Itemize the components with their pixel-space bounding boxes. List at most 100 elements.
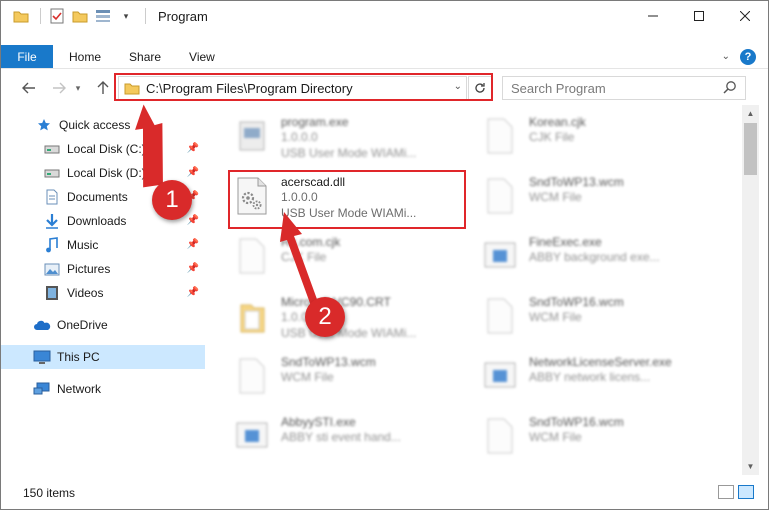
customize-dropdown-icon[interactable]: ▾	[116, 6, 136, 26]
file-item[interactable]: AbbyySTI.exe ABBY sti event hand...	[229, 411, 469, 469]
app-icon	[477, 231, 523, 281]
file-type: WCM File	[281, 370, 334, 384]
pin-icon[interactable]: 📌	[187, 239, 199, 250]
folder-icon	[11, 6, 31, 26]
sidebar-item-this-pc[interactable]: This PC	[1, 345, 205, 369]
file-item[interactable]: Microsoft.VC90.CRT 1.0.0.0 USB User Mode…	[229, 291, 469, 349]
pin-icon[interactable]: 📌	[187, 263, 199, 274]
step-1-badge: 1	[152, 180, 192, 220]
window-controls	[630, 1, 768, 31]
file-info: SndToWP16.wcm WCM File	[529, 411, 624, 469]
maximize-button[interactable]	[676, 1, 722, 31]
drive-icon	[43, 140, 61, 158]
up-button[interactable]	[91, 76, 115, 100]
ribbon-tabs: File Home Share View ⌄ ?	[1, 45, 768, 69]
file-list: program.exe 1.0.0.0 USB User Mode WIAMi.…	[215, 105, 742, 475]
new-folder-icon[interactable]	[70, 6, 90, 26]
file-item[interactable]: FineExec.exe ABBY background exe...	[477, 231, 717, 289]
app-icon	[229, 411, 275, 461]
file-type: CJK File	[281, 250, 327, 264]
file-name: SndToWP13.wcm	[529, 175, 624, 189]
close-button[interactable]	[722, 1, 768, 31]
scroll-down-icon[interactable]: ▼	[742, 458, 759, 475]
search-icon[interactable]	[723, 80, 737, 97]
scroll-up-icon[interactable]: ▲	[742, 105, 759, 122]
search-box[interactable]	[502, 76, 746, 100]
file-item[interactable]: program.exe 1.0.0.0 USB User Mode WIAMi.…	[229, 111, 469, 169]
file-info: SndToWP16.wcm WCM File	[529, 291, 624, 349]
file-info: SndToWP13.wcm WCM File	[529, 171, 624, 229]
tiles-view-button[interactable]	[738, 485, 754, 499]
view-switcher	[718, 485, 754, 499]
sidebar-item-label: Music	[67, 238, 99, 252]
app-icon	[477, 351, 523, 401]
layout-icon[interactable]	[93, 6, 113, 26]
videos-icon	[43, 284, 61, 302]
sidebar-item-network[interactable]: Network	[1, 377, 205, 401]
documents-icon	[43, 188, 61, 206]
file-info: NetworkLicenseServer.exe ABBY network li…	[529, 351, 672, 409]
help-icon[interactable]: ?	[740, 48, 756, 65]
tab-share[interactable]: Share	[115, 45, 175, 68]
file-info: program.exe 1.0.0.0 USB User Mode WIAMi.…	[281, 111, 416, 169]
file-info: SndToWP13.wcm WCM File	[281, 351, 376, 409]
minimize-button[interactable]	[630, 1, 676, 31]
file-item[interactable]: SndToWP13.wcm WCM File	[477, 171, 717, 229]
file-item[interactable]: SndToWP13.wcm WCM File	[229, 351, 469, 409]
pin-icon[interactable]: 📌	[187, 143, 199, 154]
properties-icon[interactable]	[47, 6, 67, 26]
recent-locations-icon[interactable]: ▾	[71, 76, 85, 100]
file-info: Microsoft.VC90.CRT 1.0.0.0 USB User Mode…	[281, 291, 416, 349]
sidebar-item-onedrive[interactable]: OneDrive	[1, 313, 205, 337]
pin-icon[interactable]: 📌	[187, 215, 199, 226]
sidebar-item-videos[interactable]: Videos 📌	[1, 281, 205, 305]
file-info: FineExec.exe ABBY background exe...	[529, 231, 660, 289]
file-name: Korean.cjk	[529, 115, 586, 129]
file-item[interactable]: SndToWP16.wcm WCM File	[477, 411, 717, 469]
file-icon	[477, 171, 523, 221]
drive-icon	[43, 164, 61, 182]
file-highlight	[228, 170, 466, 229]
file-info: AbbyySTI.exe ABBY sti event hand...	[281, 411, 401, 469]
sidebar-item-label: OneDrive	[57, 318, 108, 332]
file-name: SndToWP13.wcm	[281, 355, 376, 369]
tab-view[interactable]: View	[175, 45, 229, 68]
sidebar-item-pictures[interactable]: Pictures 📌	[1, 257, 205, 281]
star-icon	[35, 116, 53, 134]
file-icon	[477, 411, 523, 461]
tab-home[interactable]: Home	[53, 45, 115, 68]
sidebar-item-quick-access[interactable]: Quick access	[1, 113, 205, 137]
file-item[interactable]: Korean.cjk CJK File	[477, 111, 717, 169]
file-item[interactable]: Ru.com.cjk CJK File	[229, 231, 469, 289]
sidebar-item-local-disk-c[interactable]: Local Disk (C:) 📌	[1, 137, 205, 161]
title-divider	[145, 8, 146, 24]
pin-icon[interactable]: 📌	[187, 287, 199, 298]
sidebar-item-music[interactable]: Music 📌	[1, 233, 205, 257]
network-icon	[33, 380, 51, 398]
sidebar-item-label: Downloads	[67, 214, 127, 228]
file-type: WCM File	[529, 310, 582, 324]
tab-file[interactable]: File	[1, 45, 53, 68]
file-item[interactable]: NetworkLicenseServer.exe ABBY network li…	[477, 351, 717, 409]
sidebar-item-label: Network	[57, 382, 102, 396]
file-icon	[229, 351, 275, 401]
file-type: WCM File	[529, 190, 582, 204]
file-type: WCM File	[529, 430, 582, 444]
file-name: FineExec.exe	[529, 235, 602, 249]
back-button[interactable]	[17, 76, 41, 100]
address-bar-highlight	[114, 73, 493, 101]
pin-icon[interactable]: 📌	[187, 167, 199, 178]
search-input[interactable]	[511, 80, 711, 96]
file-item[interactable]: SndToWP16.wcm WCM File	[477, 291, 717, 349]
forward-button[interactable]	[47, 76, 71, 100]
vertical-scrollbar[interactable]: ▲ ▼	[742, 105, 759, 475]
sidebar-item-label: Local Disk (C:)	[67, 142, 146, 156]
exe-icon	[229, 111, 275, 161]
details-view-button[interactable]	[718, 485, 734, 499]
file-icon	[477, 111, 523, 161]
scrollbar-thumb[interactable]	[744, 123, 757, 175]
file-icon	[229, 231, 275, 281]
step-2-badge: 2	[305, 297, 345, 337]
file-name: Ru.com.cjk	[281, 235, 341, 249]
chevron-down-icon[interactable]: ⌄	[722, 51, 730, 62]
